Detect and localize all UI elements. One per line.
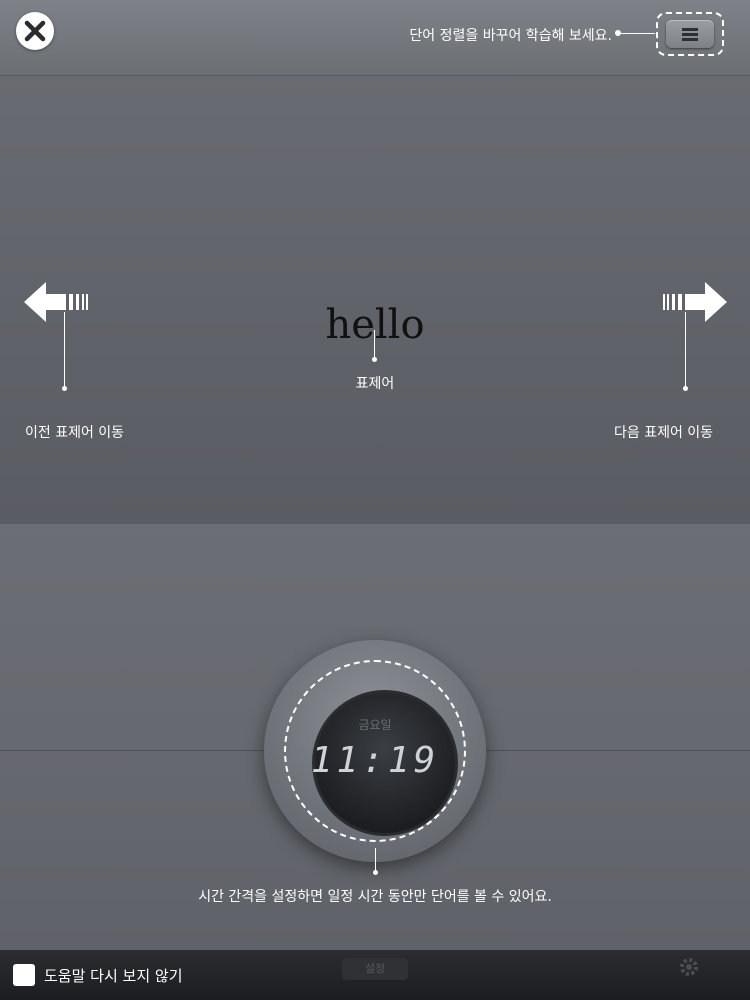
prev-headword-label: 이전 표제어 이동: [25, 425, 125, 441]
sort-hint-line: [617, 33, 655, 34]
bottom-bar: 도움말 다시 보지 않기 설정: [0, 950, 750, 1000]
gear-icon: [680, 958, 698, 976]
headword-label: 표제어: [355, 376, 395, 392]
interval-callout-line: [375, 848, 376, 872]
close-button[interactable]: [16, 12, 54, 50]
faint-tab: 설정: [342, 958, 408, 980]
clock-day: 금요일: [358, 718, 392, 732]
headword-callout-dot: [372, 357, 377, 362]
dont-show-checkbox[interactable]: [13, 964, 35, 986]
menu-button-highlight: [656, 12, 724, 56]
close-icon: [24, 20, 46, 42]
sort-menu-button[interactable]: [666, 20, 714, 48]
headword-callout-line: [374, 330, 375, 358]
interval-hint-text: 시간 간격을 설정하면 일정 시간 동안만 단어를 볼 수 있어요.: [198, 889, 552, 905]
sort-hint-text: 단어 정렬을 바꾸어 학습해 보세요.: [409, 28, 612, 44]
hamburger-menu-icon: [682, 28, 698, 41]
headword: hello: [325, 302, 425, 348]
dont-show-label[interactable]: 도움말 다시 보지 않기: [44, 965, 183, 986]
top-bar: 단어 정렬을 바꾸어 학습해 보세요.: [0, 0, 750, 76]
clock-time: 11:19: [310, 740, 440, 781]
interval-callout-dot: [373, 870, 378, 875]
next-headword-label: 다음 표제어 이동: [614, 425, 714, 441]
